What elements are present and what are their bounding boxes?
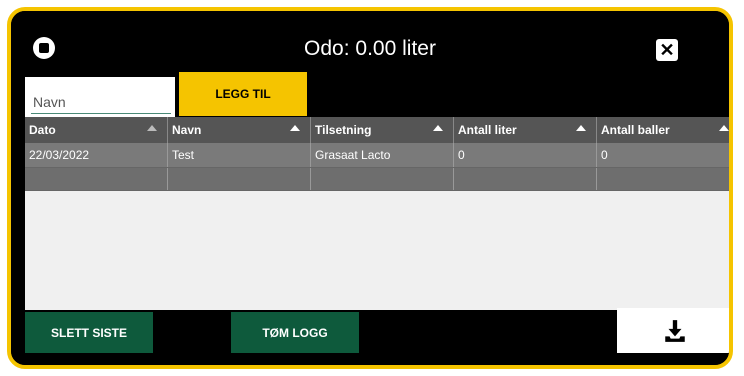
page-title: Odo: 0.00 liter bbox=[304, 37, 436, 60]
cell-empty bbox=[25, 168, 168, 190]
cell-empty bbox=[597, 168, 729, 190]
column-header-bales[interactable]: Antall baller bbox=[597, 117, 729, 143]
name-input[interactable] bbox=[31, 91, 171, 114]
column-header-additive[interactable]: Tilsetning bbox=[311, 117, 454, 143]
cell-name: Test bbox=[168, 143, 311, 167]
sort-up-icon bbox=[290, 125, 300, 131]
sort-up-icon bbox=[433, 125, 443, 131]
dialog-frame: Odo: 0.00 liter ✕ LEGG TIL Dato Navn Til… bbox=[7, 7, 733, 369]
log-table: Dato Navn Tilsetning Antall liter Antall… bbox=[25, 117, 729, 310]
name-input-container bbox=[25, 77, 175, 121]
delete-last-button[interactable]: SLETT SISTE bbox=[25, 312, 153, 353]
sort-up-icon bbox=[719, 125, 729, 131]
table-header: Dato Navn Tilsetning Antall liter Antall… bbox=[25, 117, 729, 143]
table-row[interactable]: 22/03/2022 Test Grasaat Lacto 0 0 bbox=[25, 143, 729, 168]
cell-bales: 0 bbox=[597, 143, 729, 167]
cell-empty bbox=[454, 168, 597, 190]
sort-up-icon bbox=[576, 125, 586, 131]
column-header-date[interactable]: Dato bbox=[25, 117, 168, 143]
column-header-liters[interactable]: Antall liter bbox=[454, 117, 597, 143]
clear-log-button[interactable]: TØM LOGG bbox=[231, 312, 359, 353]
title-bar: Odo: 0.00 liter ✕ bbox=[11, 11, 729, 79]
column-header-name[interactable]: Navn bbox=[168, 117, 311, 143]
download-icon bbox=[665, 319, 685, 342]
download-button[interactable] bbox=[617, 308, 729, 353]
cell-additive: Grasaat Lacto bbox=[311, 143, 454, 167]
bottom-toolbar: SLETT SISTE TØM LOGG bbox=[11, 308, 729, 365]
add-button[interactable]: LEGG TIL bbox=[179, 72, 307, 116]
cell-empty bbox=[168, 168, 311, 190]
sort-up-icon bbox=[147, 125, 157, 131]
cell-liters: 0 bbox=[454, 143, 597, 167]
cell-empty bbox=[311, 168, 454, 190]
close-button[interactable]: ✕ bbox=[656, 39, 678, 61]
cell-date: 22/03/2022 bbox=[25, 143, 168, 167]
close-icon: ✕ bbox=[659, 40, 675, 60]
table-row-empty[interactable] bbox=[25, 168, 729, 191]
